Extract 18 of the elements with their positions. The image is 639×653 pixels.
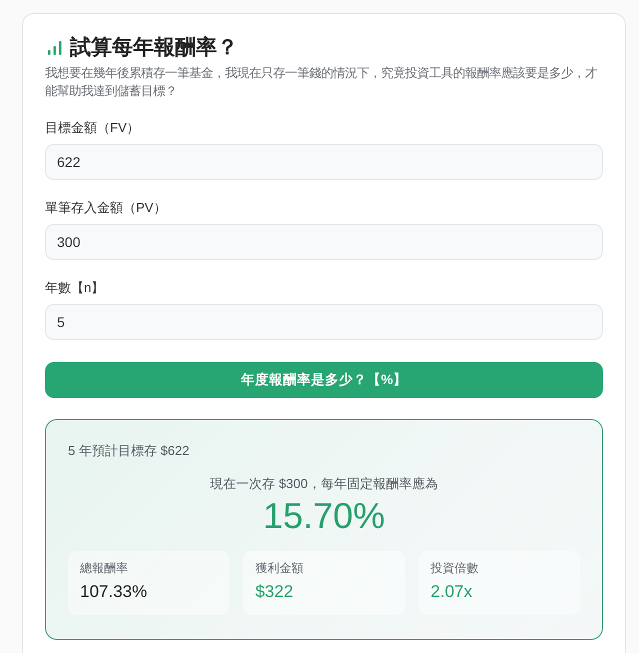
stat-value: 107.33% bbox=[80, 581, 148, 603]
input-field[interactable]: 300 bbox=[45, 224, 603, 260]
page-title: 試算每年報酬率？ bbox=[70, 34, 238, 61]
description-text: 我想要在幾年後累積存一筆基金，我現在只存一筆錢的情況下，究竟投資工具的報酬率應該要是多少，才能幫助我達到儲蓄目標？ bbox=[45, 65, 598, 100]
input-field[interactable]: 622 bbox=[45, 144, 603, 180]
annual-rate-value: 15.70% bbox=[262, 495, 386, 537]
input-field[interactable]: 5 bbox=[45, 304, 603, 340]
stat-value: 2.07x bbox=[430, 581, 474, 603]
result-summary: 5 年預計目標存 $622 bbox=[68, 442, 190, 460]
stat-value: $322 bbox=[255, 581, 294, 603]
stat-label: 總報酬率 bbox=[80, 560, 129, 576]
field-label: 單筆存入金額（PV） bbox=[45, 199, 168, 217]
field-label: 年數【n】 bbox=[45, 279, 106, 297]
stat-label: 獲利金額 bbox=[255, 560, 304, 576]
bar-chart-icon bbox=[48, 41, 62, 55]
stat-label: 投資倍數 bbox=[430, 560, 480, 576]
field-label: 目標金額（FV） bbox=[45, 119, 141, 137]
result-caption: 現在一次存 $300，每年固定報酬率應為 bbox=[209, 475, 439, 493]
